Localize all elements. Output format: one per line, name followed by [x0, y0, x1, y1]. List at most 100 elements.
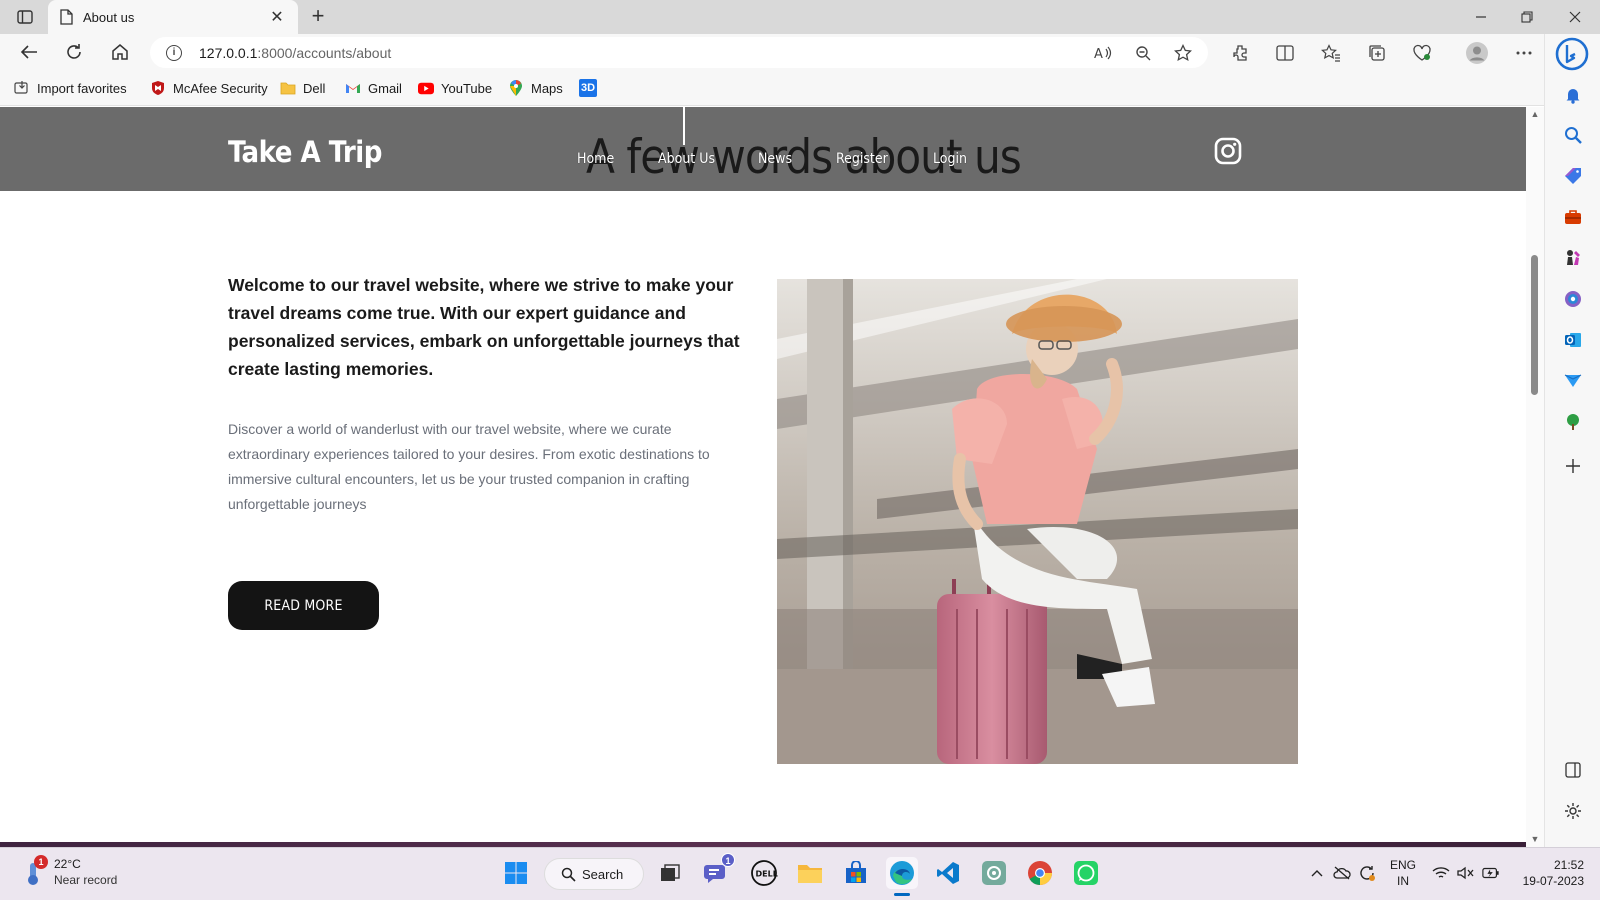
- fav-label: YouTube: [441, 80, 493, 96]
- store-icon: [846, 861, 866, 883]
- close-window-button[interactable]: [1552, 0, 1598, 34]
- tools-briefcase-icon[interactable]: [1562, 206, 1584, 228]
- settings-gear-icon[interactable]: [1562, 800, 1584, 822]
- refresh-button[interactable]: [60, 40, 88, 64]
- back-button[interactable]: [15, 40, 43, 64]
- url-host: 127.0.0.1: [199, 44, 258, 61]
- notifications-icon[interactable]: [1562, 84, 1584, 106]
- favorites-icon[interactable]: [1319, 42, 1343, 64]
- intro-lead-text: Welcome to our travel website, where we …: [228, 275, 740, 379]
- fav-import-favorites[interactable]: Import favorites: [14, 79, 127, 97]
- profile-avatar[interactable]: [1463, 40, 1491, 66]
- folder-icon: [798, 865, 822, 883]
- import-icon: [14, 80, 30, 96]
- hide-sidebar-icon[interactable]: [1562, 759, 1584, 781]
- chrome-button[interactable]: [1024, 857, 1056, 889]
- nav-login[interactable]: Login: [933, 151, 967, 167]
- nav-news[interactable]: News: [758, 151, 792, 167]
- fav-label: Gmail: [368, 80, 402, 96]
- send-paper-plane-icon[interactable]: [1562, 370, 1584, 392]
- tab-about-us[interactable]: About us ✕: [48, 0, 298, 34]
- fav-gmail[interactable]: Gmail: [345, 79, 402, 97]
- fav-3d-app[interactable]: 3D: [579, 79, 604, 97]
- intro-body-text: Discover a world of wanderlust with our …: [228, 421, 710, 512]
- page-scrollbar[interactable]: ▲ ▼: [1526, 107, 1544, 847]
- language-indicator[interactable]: ENG IN: [1390, 857, 1416, 889]
- weather-widget[interactable]: 1 22°C Near record: [22, 855, 117, 888]
- whatsapp-button[interactable]: [1070, 857, 1102, 889]
- split-screen-icon[interactable]: [1273, 42, 1297, 64]
- vscode-button[interactable]: [932, 857, 964, 889]
- minimize-button[interactable]: [1458, 0, 1504, 34]
- battery-icon[interactable]: [1482, 864, 1500, 882]
- traveler-photo: [777, 279, 1298, 764]
- bing-copilot-button[interactable]: [1550, 36, 1594, 72]
- teams-chat-button[interactable]: 1: [701, 853, 735, 889]
- games-chess-icon[interactable]: [1562, 247, 1584, 269]
- sync-icon[interactable]: [1358, 864, 1376, 882]
- url-text[interactable]: 127.0.0.1:8000/accounts/about: [199, 45, 391, 61]
- fav-youtube[interactable]: YouTube: [418, 79, 492, 97]
- scroll-thumb[interactable]: [1531, 255, 1538, 395]
- close-icon: [1569, 11, 1581, 23]
- fav-mcafee[interactable]: McAfee Security: [150, 79, 268, 97]
- read-more-button[interactable]: READ MORE: [228, 581, 379, 630]
- nav-about-us[interactable]: About Us: [658, 151, 715, 167]
- weather-alert-badge: 1: [34, 855, 48, 869]
- wifi-icon[interactable]: [1432, 864, 1450, 882]
- scroll-up-arrow-icon[interactable]: ▲: [1530, 109, 1540, 119]
- fav-label: Maps: [531, 80, 563, 96]
- collections-icon[interactable]: [1365, 42, 1389, 64]
- outlook-icon[interactable]: [1562, 329, 1584, 351]
- home-button[interactable]: [106, 40, 134, 64]
- instagram-icon[interactable]: [1214, 137, 1242, 165]
- chatgpt-app-button[interactable]: [978, 857, 1010, 889]
- volume-muted-icon[interactable]: [1457, 864, 1475, 882]
- web-page: Take A Trip A few words about us Home Ab…: [0, 107, 1526, 847]
- refresh-icon: [67, 44, 81, 59]
- tab-actions-button[interactable]: [12, 6, 38, 28]
- new-tab-button[interactable]: +: [306, 5, 330, 28]
- microsoft-365-icon[interactable]: [1562, 288, 1584, 310]
- page-icon: [60, 9, 73, 25]
- taskbar-search[interactable]: Search: [544, 858, 644, 890]
- extensions-icon[interactable]: [1229, 42, 1253, 64]
- more-options-icon[interactable]: [1512, 42, 1536, 64]
- start-button[interactable]: [500, 857, 532, 889]
- windows-taskbar: 1 22°C Near record Search 1 DELL ENG IN …: [0, 847, 1600, 900]
- tree-drop-icon[interactable]: [1562, 411, 1584, 433]
- nav-home[interactable]: Home: [577, 151, 614, 167]
- scroll-down-arrow-icon[interactable]: ▼: [1530, 834, 1540, 844]
- system-clock[interactable]: 21:52 19-07-2023: [1514, 857, 1584, 889]
- gmail-icon: [345, 80, 361, 96]
- fav-maps[interactable]: Maps: [508, 79, 563, 97]
- back-arrow-icon: [20, 45, 37, 59]
- favorite-star-icon[interactable]: [1168, 37, 1198, 68]
- vscode-icon: [937, 862, 959, 884]
- site-logo[interactable]: Take A Trip: [228, 135, 382, 169]
- edge-browser-button[interactable]: [886, 857, 918, 896]
- read-aloud-icon[interactable]: A: [1088, 37, 1118, 68]
- browser-essentials-icon[interactable]: [1410, 42, 1434, 64]
- address-bar[interactable]: i 127.0.0.1:8000/accounts/about A: [150, 37, 1208, 68]
- search-sidebar-icon[interactable]: [1562, 124, 1584, 146]
- onedrive-offline-icon[interactable]: [1333, 864, 1351, 882]
- task-view-button[interactable]: [654, 857, 686, 889]
- show-hidden-icons-chevron-icon[interactable]: [1308, 864, 1326, 882]
- site-info-icon[interactable]: i: [166, 44, 182, 61]
- shopping-tag-icon[interactable]: [1562, 165, 1584, 187]
- restore-icon: [1521, 11, 1533, 23]
- dell-app-button[interactable]: DELL: [748, 857, 780, 889]
- close-tab-icon[interactable]: ✕: [268, 7, 286, 27]
- site-header: Take A Trip A few words about us Home Ab…: [0, 107, 1526, 191]
- clock-date: 19-07-2023: [1522, 874, 1584, 888]
- nav-register[interactable]: Register: [836, 151, 888, 167]
- file-explorer-button[interactable]: [794, 857, 826, 889]
- add-sidebar-app-icon[interactable]: [1562, 455, 1584, 477]
- chat-badge: 1: [721, 853, 735, 867]
- restore-button[interactable]: [1504, 0, 1550, 34]
- fav-dell[interactable]: Dell: [280, 79, 325, 97]
- bing-icon: [1555, 37, 1589, 71]
- microsoft-store-button[interactable]: [840, 857, 872, 889]
- zoom-icon[interactable]: [1128, 37, 1158, 68]
